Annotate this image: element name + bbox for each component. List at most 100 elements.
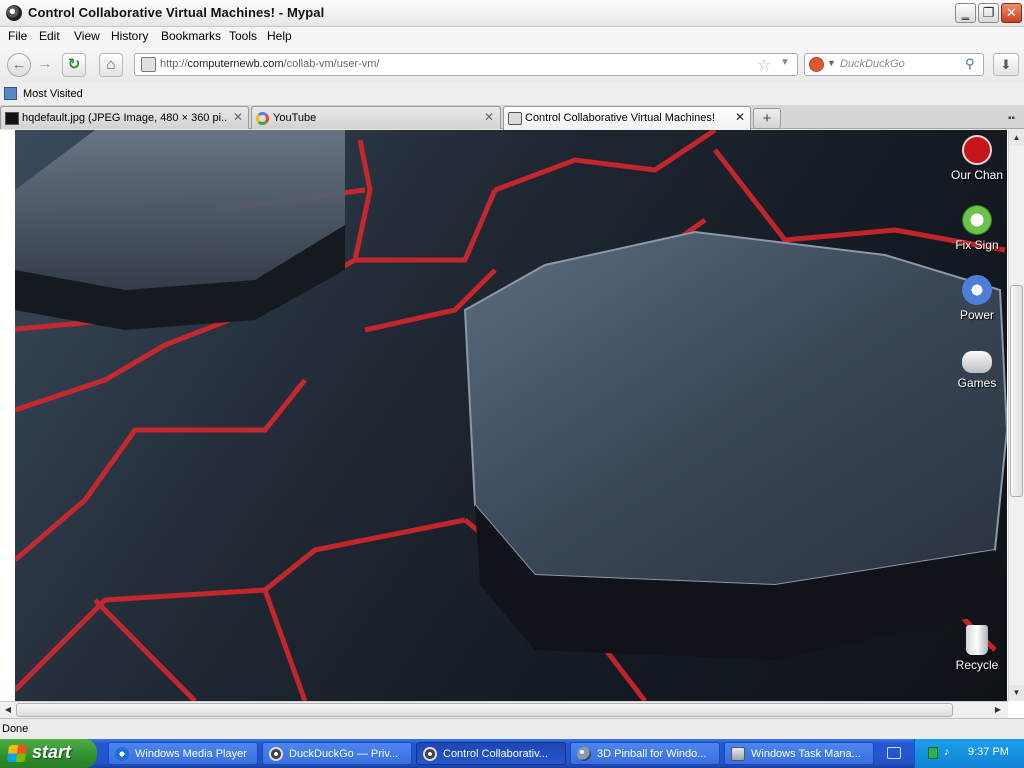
url-history-dropdown-icon[interactable]: ▼ [780,57,790,68]
pinball-icon [577,747,591,761]
tab-close-icon[interactable]: ✕ [484,110,494,124]
taskbar-item-duckduckgo[interactable]: DuckDuckGo — Priv... [262,742,412,765]
vm-wallpaper [15,130,1007,701]
scroll-left-arrow-icon[interactable]: ◀ [0,702,16,718]
media-player-icon [115,747,129,761]
menu-bookmarks[interactable]: Bookmarks [161,29,221,43]
keyboard-language-icon[interactable] [887,747,901,759]
most-visited-icon [4,87,17,100]
menu-bar: File Edit View History Bookmarks Tools H… [0,27,1024,47]
menu-edit[interactable]: Edit [39,29,60,43]
desktop-icon-games[interactable]: Games [947,345,1007,390]
horizontal-scroll-thumb[interactable] [16,703,953,717]
volume-icon[interactable]: ♪ [944,746,957,760]
scroll-right-arrow-icon[interactable]: ▶ [990,702,1006,718]
menu-history[interactable]: History [111,29,148,43]
desktop-icon-label: Recycle [955,658,999,672]
taskbar-item-collabvm[interactable]: Control Collaborativ... [416,742,566,765]
reload-button[interactable]: ↻ [62,53,86,77]
desktop-icon-recycle-bin[interactable]: Recycle [947,625,1007,672]
vertical-scrollbar[interactable]: ▲ ▼ [1008,130,1024,701]
status-bar: Done [0,718,1024,739]
desktop-icon-label: Our Chan [950,168,1004,182]
minimize-button[interactable]: ‗ [955,3,976,23]
tab-label: YouTube [273,112,317,124]
search-bar[interactable]: ▼ DuckDuckGo ⚲ [804,53,984,76]
power-settings-icon [962,275,992,305]
taskbar-item-label: DuckDuckGo — Priv... [289,748,399,760]
restore-button[interactable]: ❐ [978,3,999,23]
mypal-icon [269,747,283,761]
task-manager-icon [731,747,745,761]
desktop-icon-label: Games [957,376,997,390]
forward-button[interactable]: → [33,53,57,77]
url-domain: computernewb.com [187,58,284,70]
site-identity-icon[interactable] [141,57,156,72]
menu-tools[interactable]: Tools [229,29,257,43]
tab-strip: hqdefault.jpg (JPEG Image, 480 × 360 pi.… [0,105,1024,130]
new-tab-button[interactable]: + [753,108,781,129]
windows-taskbar: start Windows Media Player DuckDuckGo — … [0,739,1024,768]
taskbar-item-label: 3D Pinball for Windo... [597,748,707,760]
tab-label: Control Collaborative Virtual Machines! [525,112,715,124]
tray-clock[interactable]: 9:37 PM [968,746,1009,758]
menu-file[interactable]: File [8,29,27,43]
taskbar-item-label: Windows Media Player [135,748,247,760]
system-tray: ♪ 9:37 PM [914,739,1024,768]
downloads-button[interactable]: ⬇ [993,53,1019,76]
desktop-icon-label: Power [959,308,994,322]
home-button[interactable]: ⌂ [99,53,123,77]
url-bar[interactable]: http://computernewb.com/collab-vm/user-v… [134,53,798,76]
desktop-icon-power[interactable]: Power [947,275,1007,322]
menu-help[interactable]: Help [267,29,292,43]
network-icon[interactable] [928,747,938,759]
taskbar-item-task-manager[interactable]: Windows Task Mana... [724,742,874,765]
close-button[interactable]: ✕ [1001,3,1022,23]
youtube-icon [962,135,992,165]
taskbar-item-label: Windows Task Mana... [751,748,861,760]
desktop-icon-fix-sign[interactable]: Fix Sign [947,205,1007,252]
page-content: Our Chan Fix Sign Power Games Recycle ▲ … [0,130,1024,718]
taskbar-item-label: Control Collaborativ... [443,748,548,760]
scroll-down-arrow-icon[interactable]: ▼ [1009,685,1024,701]
tab-youtube[interactable]: YouTube ✕ [251,106,501,129]
window-titlebar[interactable]: Control Collaborative Virtual Machines! … [0,0,1024,27]
vm-screen[interactable]: Our Chan Fix Sign Power Games Recycle [15,130,1007,701]
most-visited-folder[interactable]: Most Visited [23,88,83,100]
scroll-up-arrow-icon[interactable]: ▲ [1009,130,1024,146]
bookmark-star-icon[interactable]: ☆ [757,55,771,75]
tab-label: hqdefault.jpg (JPEG Image, 480 × 360 pi.… [22,112,228,124]
collabvm-icon [508,112,522,125]
start-button[interactable]: start [0,739,97,768]
list-all-tabs-icon[interactable]: ▪▪ [1008,113,1015,124]
vertical-scroll-thumb[interactable] [1010,285,1023,497]
duckduckgo-icon[interactable] [809,57,824,72]
start-label: start [32,742,72,762]
tab-collabvm[interactable]: Control Collaborative Virtual Machines! … [503,106,751,130]
image-thumbnail-icon [5,112,19,125]
tab-close-icon[interactable]: ✕ [735,110,745,124]
xbox-icon [962,205,992,235]
hexagon-center-right [463,230,1007,587]
google-icon [256,112,269,125]
status-text: Done [2,723,29,735]
search-input[interactable]: DuckDuckGo [840,58,905,70]
back-button[interactable]: ← [7,53,31,77]
desktop-icon-label: Fix Sign [955,238,999,252]
bookmarks-toolbar: Most Visited [0,83,1024,105]
tab-close-icon[interactable]: ✕ [233,110,243,124]
url-path: /collab-vm/user-vm/ [283,58,380,70]
taskbar-item-pinball[interactable]: 3D Pinball for Windo... [570,742,720,765]
menu-view[interactable]: View [74,29,100,43]
url-prefix: http:// [160,58,188,70]
url-text[interactable]: http://computernewb.com/collab-vm/user-v… [160,58,380,70]
mypal-app-icon[interactable] [6,5,22,21]
gamepad-icon [962,351,992,373]
search-engine-dropdown-icon[interactable]: ▼ [827,58,836,68]
taskbar-item-media-player[interactable]: Windows Media Player [108,742,258,765]
search-icon[interactable]: ⚲ [965,56,975,72]
horizontal-scrollbar[interactable]: ◀ ▶ [0,701,1008,718]
desktop-icon-our-channel[interactable]: Our Chan [947,135,1007,182]
mypal-icon [423,747,437,761]
tab-hqdefault[interactable]: hqdefault.jpg (JPEG Image, 480 × 360 pi.… [0,106,249,129]
